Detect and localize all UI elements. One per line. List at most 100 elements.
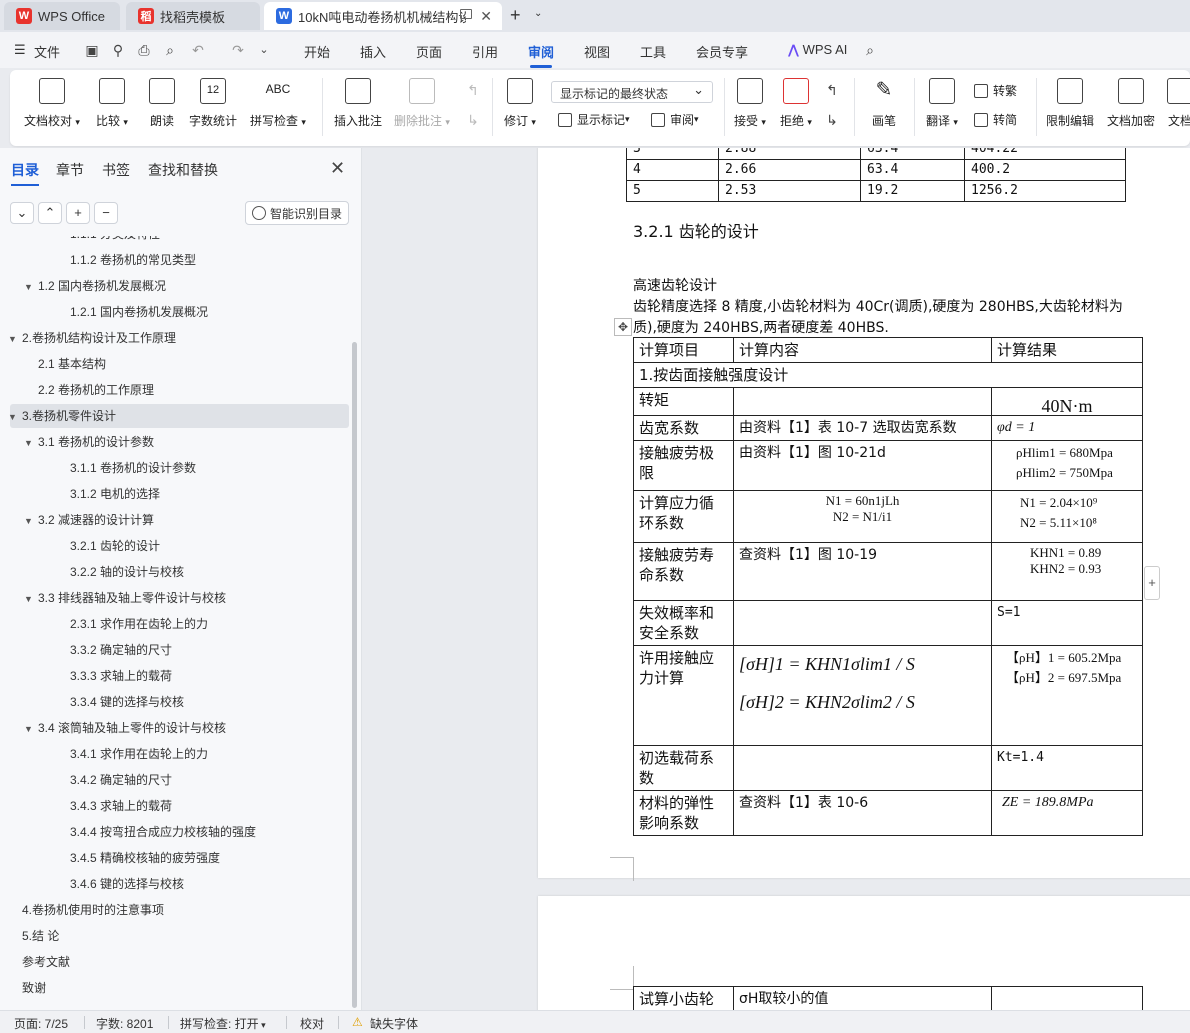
table-cell[interactable]: 由资料【1】图 10-21d: [733, 440, 992, 491]
table-cell[interactable]: N1 = 2.04×10⁹ N2 = 5.11×10⁸: [991, 490, 1143, 543]
paragraph[interactable]: 高速齿轮设计: [633, 275, 717, 295]
toc-item[interactable]: 3.4.5 精确校核轴的疲劳强度: [70, 846, 220, 870]
next-comment-icon[interactable]: ↳: [465, 112, 481, 128]
toc-item[interactable]: 2.2 卷扬机的工作原理: [38, 378, 154, 402]
toc-item[interactable]: 3.4.6 键的选择与校核: [70, 872, 184, 896]
expand-toggle-icon[interactable]: ▼: [24, 509, 38, 533]
insert-comment-button[interactable]: 插入批注: [334, 78, 382, 129]
table-header-cell[interactable]: 计算内容: [733, 337, 992, 363]
page-indicator[interactable]: 页面: 7/25: [14, 1015, 68, 1032]
close-icon[interactable]: ✕: [330, 158, 345, 179]
toc-item[interactable]: 3.4.1 求作用在齿轮上的力: [70, 742, 208, 766]
share-icon[interactable]: ⚲: [110, 42, 126, 58]
search-icon[interactable]: ⌕: [862, 42, 878, 58]
table-cell[interactable]: 转矩: [633, 387, 734, 416]
read-aloud-button[interactable]: 朗读: [149, 78, 175, 129]
restrict-edit-button[interactable]: 限制编辑: [1046, 78, 1094, 129]
table-cell[interactable]: 计算应力循环系数: [633, 490, 734, 543]
table-cell[interactable]: 63.4: [860, 148, 965, 160]
expand-toggle-icon[interactable]: ▼: [24, 717, 38, 741]
new-tab-button[interactable]: +: [510, 5, 521, 26]
table-cell[interactable]: KHN1 = 0.89 KHN2 = 0.93: [991, 542, 1143, 601]
spell-check-indicator[interactable]: 拼写检查: 打开: [180, 1015, 266, 1032]
toc-item[interactable]: 3.3.4 键的选择与校核: [70, 690, 184, 714]
tab-wps-office[interactable]: W WPS Office: [4, 2, 120, 30]
nav-tab-find-replace[interactable]: 查找和替换: [148, 160, 218, 180]
nav-tab-chapter[interactable]: 章节: [56, 160, 84, 180]
expand-toggle-icon[interactable]: ▼: [8, 405, 22, 429]
proof-indicator[interactable]: 校对: [300, 1015, 324, 1032]
table-cell[interactable]: 【ρH】1 = 605.2Mpa 【ρH】2 = 697.5Mpa: [991, 645, 1143, 746]
toc-item[interactable]: 参考文献: [22, 950, 70, 974]
tab-template[interactable]: 稻 找稻壳模板: [126, 2, 260, 30]
table-cell[interactable]: 19.2: [860, 180, 965, 202]
toc-item[interactable]: ▼ 3.1 卷扬机的设计参数: [24, 430, 154, 454]
new-tab-menu-icon[interactable]: ⌄: [534, 8, 542, 19]
collapse-all-button[interactable]: ⌄: [10, 202, 34, 224]
table-cell[interactable]: 接触疲劳寿命系数: [633, 542, 734, 601]
add-column-button[interactable]: +: [1144, 566, 1160, 600]
table-cell[interactable]: 查资料【1】表 10-6: [733, 790, 992, 836]
table-cell[interactable]: 5: [626, 180, 719, 202]
menu-insert[interactable]: 插入: [360, 42, 386, 61]
table-header-cell[interactable]: 计算项目: [633, 337, 734, 363]
menu-page[interactable]: 页面: [416, 42, 442, 61]
paragraph[interactable]: 齿轮精度选择 8 精度,小齿轮材料为 40Cr(调质),硬度为 280HBS,大…: [633, 296, 1190, 316]
table-cell[interactable]: 4: [626, 159, 719, 181]
toc-item[interactable]: 3.4.3 求轴上的载荷: [70, 794, 172, 818]
toc-item[interactable]: 2.3.1 求作用在齿轮上的力: [70, 612, 208, 636]
smart-toc-button[interactable]: 智能识别目录: [245, 201, 349, 225]
monitor-icon[interactable]: [460, 9, 472, 19]
table-cell[interactable]: Kt=1.4: [991, 745, 1143, 791]
toc-item[interactable]: 3.3.2 确定轴的尺寸: [70, 638, 172, 662]
word-count-button[interactable]: 12 字数统计: [189, 78, 237, 129]
table-cell[interactable]: φd = 1: [991, 415, 1143, 441]
reject-button[interactable]: 拒绝: [780, 78, 812, 129]
expand-toggle-icon[interactable]: ▼: [24, 587, 38, 611]
menu-file[interactable]: 文件: [34, 42, 60, 61]
toc-item[interactable]: ▼ 3.3 排线器轴及轴上零件设计与校核: [24, 586, 226, 610]
table-cell[interactable]: 400.2: [964, 159, 1126, 181]
toc-item[interactable]: ▼ 3.4 滚筒轴及轴上零件的设计与校核: [24, 716, 226, 740]
prev-change-icon[interactable]: ↰: [824, 82, 840, 98]
spell-check-button[interactable]: ABC 拼写检查: [250, 78, 306, 129]
missing-font-indicator[interactable]: 缺失字体: [370, 1015, 418, 1032]
table-cell[interactable]: 材料的弹性影响系数: [633, 790, 734, 836]
table-cell[interactable]: 3: [626, 148, 719, 160]
toc-item[interactable]: 2.1 基本结构: [38, 352, 106, 376]
add-heading-button[interactable]: +: [66, 202, 90, 224]
section-heading[interactable]: 3.2.1 齿轮的设计: [633, 218, 759, 242]
table-section-cell[interactable]: 1.按齿面接触强度设计: [633, 362, 1143, 388]
word-count-indicator[interactable]: 字数: 8201: [96, 1015, 153, 1032]
delete-comment-button[interactable]: 删除批注: [394, 78, 450, 129]
next-change-icon[interactable]: ↳: [824, 112, 840, 128]
table-cell[interactable]: [991, 986, 1143, 1010]
prev-comment-icon[interactable]: ↰: [465, 82, 481, 98]
toc-item[interactable]: 1.1.1 分类及特性: [70, 236, 160, 246]
table-cell[interactable]: 404.22: [964, 148, 1126, 160]
table-cell[interactable]: 齿宽系数: [633, 415, 734, 441]
markup-mode-select[interactable]: 显示标记的最终状态: [551, 81, 713, 103]
table-cell[interactable]: ZE = 189.8MPa: [991, 790, 1143, 836]
toc-item[interactable]: 3.3.3 求轴上的载荷: [70, 664, 172, 688]
close-icon[interactable]: ✕: [480, 8, 492, 25]
table-cell[interactable]: 2.53: [718, 180, 861, 202]
wps-ai-button[interactable]: ⋀ WPS AI: [788, 42, 847, 58]
table-move-handle-icon[interactable]: ✥: [614, 318, 632, 336]
table-cell[interactable]: 初选载荷系数: [633, 745, 734, 791]
table-cell[interactable]: 接触疲劳极限: [633, 440, 734, 491]
menu-review[interactable]: 审阅: [528, 42, 554, 68]
table-cell[interactable]: 查资料【1】图 10-19: [733, 542, 992, 601]
menu-view[interactable]: 视图: [584, 42, 610, 61]
table-cell[interactable]: [733, 745, 992, 791]
nav-scrollbar[interactable]: [352, 342, 357, 1008]
table-cell[interactable]: 1256.2: [964, 180, 1126, 202]
table-cell[interactable]: 由资料【1】表 10-7 选取齿宽系数: [733, 415, 992, 441]
menu-reference[interactable]: 引用: [472, 42, 498, 61]
undo-icon[interactable]: ↶: [190, 42, 206, 58]
brush-button[interactable]: ✎ 画笔: [871, 78, 897, 129]
toc-item[interactable]: 1.2.1 国内卷扬机发展概况: [70, 300, 208, 324]
toc-item[interactable]: ▼ 3.2 减速器的设计计算: [24, 508, 154, 532]
to-traditional-button[interactable]: 转繁: [974, 82, 1017, 99]
compare-button[interactable]: 比较: [96, 78, 128, 129]
